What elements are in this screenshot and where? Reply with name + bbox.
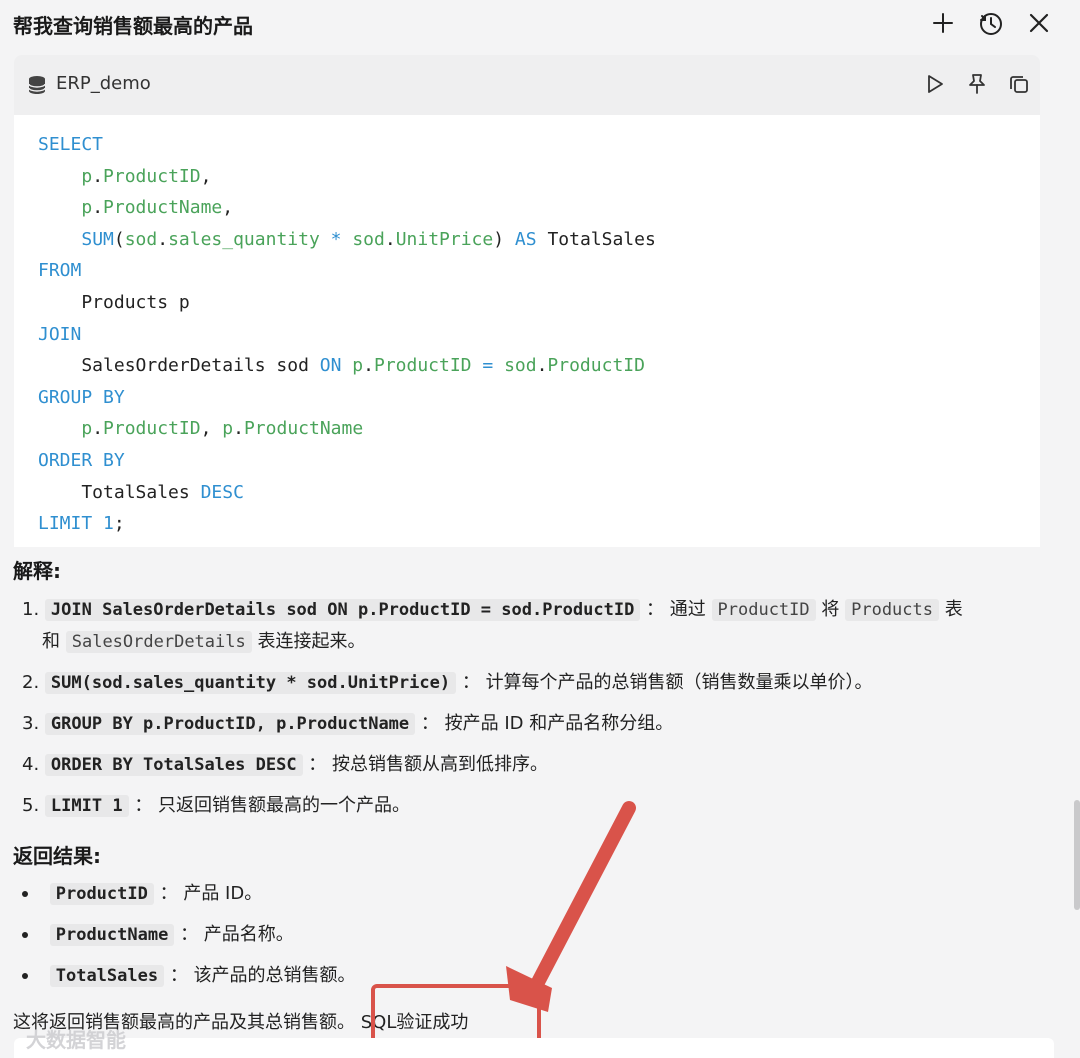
list-item: 5. LIMIT 1 ： 只返回销售额最高的一个产品。 xyxy=(22,795,411,817)
results-heading: 返回结果: xyxy=(13,844,101,868)
list-item: 4. ORDER BY TotalSales DESC ： 按总销售额从高到低排… xyxy=(22,754,549,776)
header-bar: 帮我查询销售额最高的产品 xyxy=(0,0,1080,46)
list-item: TotalSales ： 该产品的总销售额。 xyxy=(22,960,356,992)
code-actions xyxy=(920,69,1034,99)
close-icon[interactable] xyxy=(1024,8,1054,38)
sql-code-block: SELECT p.ProductID, p.ProductName, SUM(s… xyxy=(14,115,1040,547)
list-item: 3. GROUP BY p.ProductID, p.ProductName ：… xyxy=(22,713,674,735)
plus-icon[interactable] xyxy=(928,8,958,38)
scrollbar[interactable] xyxy=(1074,800,1080,910)
run-icon[interactable] xyxy=(920,69,950,99)
list-item-continued: 和 SalesOrderDetails 表连接起来。 xyxy=(42,631,366,653)
database-name: ERP_demo xyxy=(56,73,151,94)
inline-code: SalesOrderDetails xyxy=(65,631,252,653)
inline-code: LIMIT 1 xyxy=(44,795,129,817)
bullet-icon xyxy=(22,891,28,897)
explanation-heading: 解释: xyxy=(13,559,61,583)
inline-code: JOIN SalesOrderDetails sod ON p.ProductI… xyxy=(44,599,641,621)
header-actions xyxy=(928,8,1054,38)
list-item: 1. JOIN SalesOrderDetails sod ON p.Produ… xyxy=(22,599,963,621)
inline-code: TotalSales xyxy=(49,965,165,987)
inline-code: ProductID xyxy=(49,883,154,905)
pin-icon[interactable] xyxy=(962,69,992,99)
inline-code: GROUP BY p.ProductID, p.ProductName xyxy=(44,713,416,735)
database-icon xyxy=(28,75,46,99)
inline-code: Products xyxy=(845,599,939,621)
sql-code: SELECT p.ProductID, p.ProductName, SUM(s… xyxy=(38,134,656,535)
inline-code: SUM(sod.sales_quantity * sod.UnitPrice) xyxy=(44,672,457,694)
list-item: ProductID ： 产品 ID。 xyxy=(22,878,262,910)
list-item: ProductName ： 产品名称。 xyxy=(22,919,294,951)
result-panel xyxy=(14,1038,1054,1058)
history-icon[interactable] xyxy=(976,8,1006,38)
inline-code: ProductName xyxy=(49,924,175,946)
bullet-icon xyxy=(22,973,28,979)
list-item: 2. SUM(sod.sales_quantity * sod.UnitPric… xyxy=(22,672,873,694)
copy-icon[interactable] xyxy=(1004,69,1034,99)
code-block-header: ERP_demo xyxy=(14,55,1040,115)
bullet-icon xyxy=(22,932,28,938)
conversation-title: 帮我查询销售额最高的产品 xyxy=(13,14,253,38)
inline-code: ORDER BY TotalSales DESC xyxy=(44,754,303,776)
inline-code: ProductID xyxy=(711,599,816,621)
watermark: 大数据智能 xyxy=(26,1028,126,1052)
